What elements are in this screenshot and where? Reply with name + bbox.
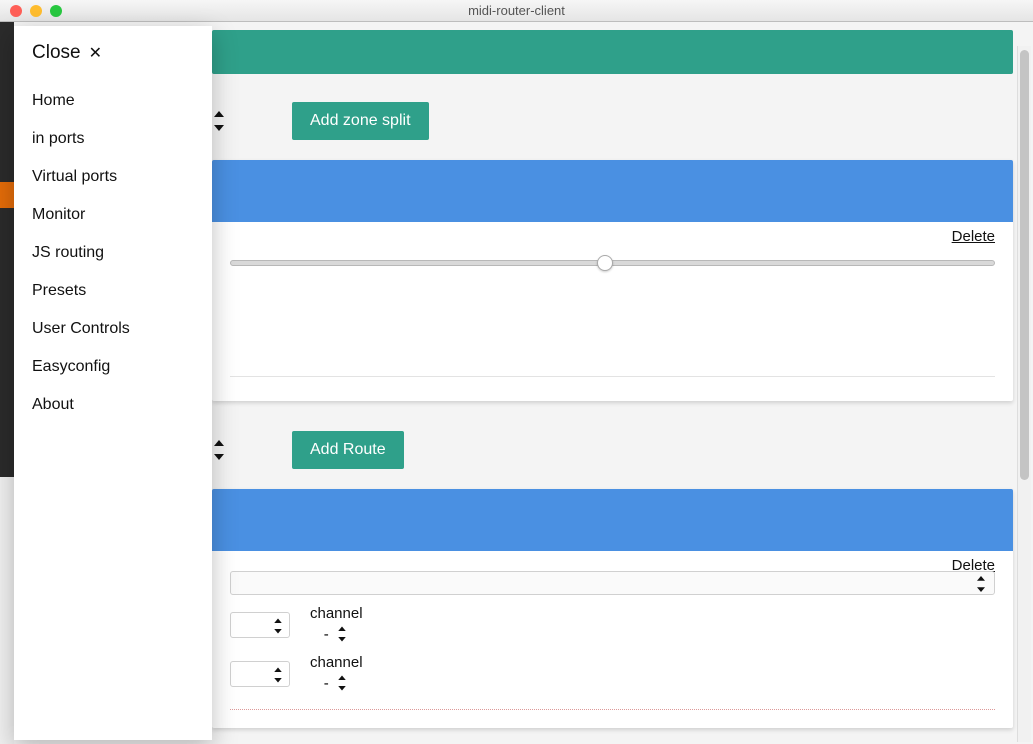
route-wide-select[interactable]: [230, 571, 995, 595]
drawer-close-button[interactable]: Close ✕: [32, 42, 194, 64]
zone-card: Delete: [212, 160, 1013, 401]
chevron-updown-icon: [975, 576, 986, 592]
chevron-updown-icon: [273, 618, 284, 633]
channel-label: channel: [310, 654, 363, 671]
channel-label: channel: [310, 605, 363, 622]
nav-item-home[interactable]: Home: [32, 82, 194, 120]
window-title: midi-router-client: [0, 3, 1033, 18]
add-route-button[interactable]: Add Route: [292, 431, 404, 469]
divider: [230, 376, 995, 377]
nav-item-about[interactable]: About: [32, 386, 194, 424]
bg-orange-stripe: [0, 182, 14, 208]
route-row-1: channel -: [230, 654, 995, 693]
route-card: Delete channel - ch: [212, 489, 1013, 728]
route-card-header: [212, 489, 1013, 551]
scroll-thumb[interactable]: [1020, 50, 1029, 480]
nav-item-virtual-ports[interactable]: Virtual ports: [32, 158, 194, 196]
nav-item-user-controls[interactable]: User Controls: [32, 310, 194, 348]
channel-value: -: [324, 675, 329, 692]
zone-card-header: [212, 160, 1013, 222]
zone-split-slider-thumb[interactable]: [597, 255, 613, 271]
add-zone-split-button[interactable]: Add zone split: [292, 102, 429, 140]
route-select-carets[interactable]: [212, 440, 226, 460]
drawer-close-label: Close: [32, 42, 81, 64]
channel-value: -: [324, 626, 329, 643]
nav-item-presets[interactable]: Presets: [32, 272, 194, 310]
route-row-0: channel -: [230, 605, 995, 644]
route-row1-left-select[interactable]: [230, 661, 290, 687]
zone-split-slider[interactable]: [230, 260, 995, 266]
close-icon: ✕: [89, 43, 102, 63]
zone-delete-link[interactable]: Delete: [952, 228, 995, 245]
main-content: Add zone split Delete Add Route Delete: [212, 22, 1013, 744]
window-titlebar: midi-router-client: [0, 0, 1033, 22]
nav-item-js-routing[interactable]: JS routing: [32, 234, 194, 272]
dotted-divider: [230, 709, 995, 710]
vertical-scrollbar[interactable]: [1017, 46, 1031, 742]
nav-drawer: Close ✕ Home in ports Virtual ports Moni…: [14, 26, 212, 740]
channel-select-carets[interactable]: [337, 627, 348, 642]
channel-select-carets[interactable]: [337, 676, 348, 691]
nav-item-in-ports[interactable]: in ports: [32, 120, 194, 158]
bg-light-stripe: [0, 477, 14, 744]
chevron-updown-icon: [273, 667, 284, 682]
zone-select-carets[interactable]: [212, 111, 226, 131]
nav-item-monitor[interactable]: Monitor: [32, 196, 194, 234]
nav-item-easyconfig[interactable]: Easyconfig: [32, 348, 194, 386]
route-row0-left-select[interactable]: [230, 612, 290, 638]
page-header-bar: [212, 30, 1013, 74]
bg-dark-stripe: [0, 22, 14, 477]
